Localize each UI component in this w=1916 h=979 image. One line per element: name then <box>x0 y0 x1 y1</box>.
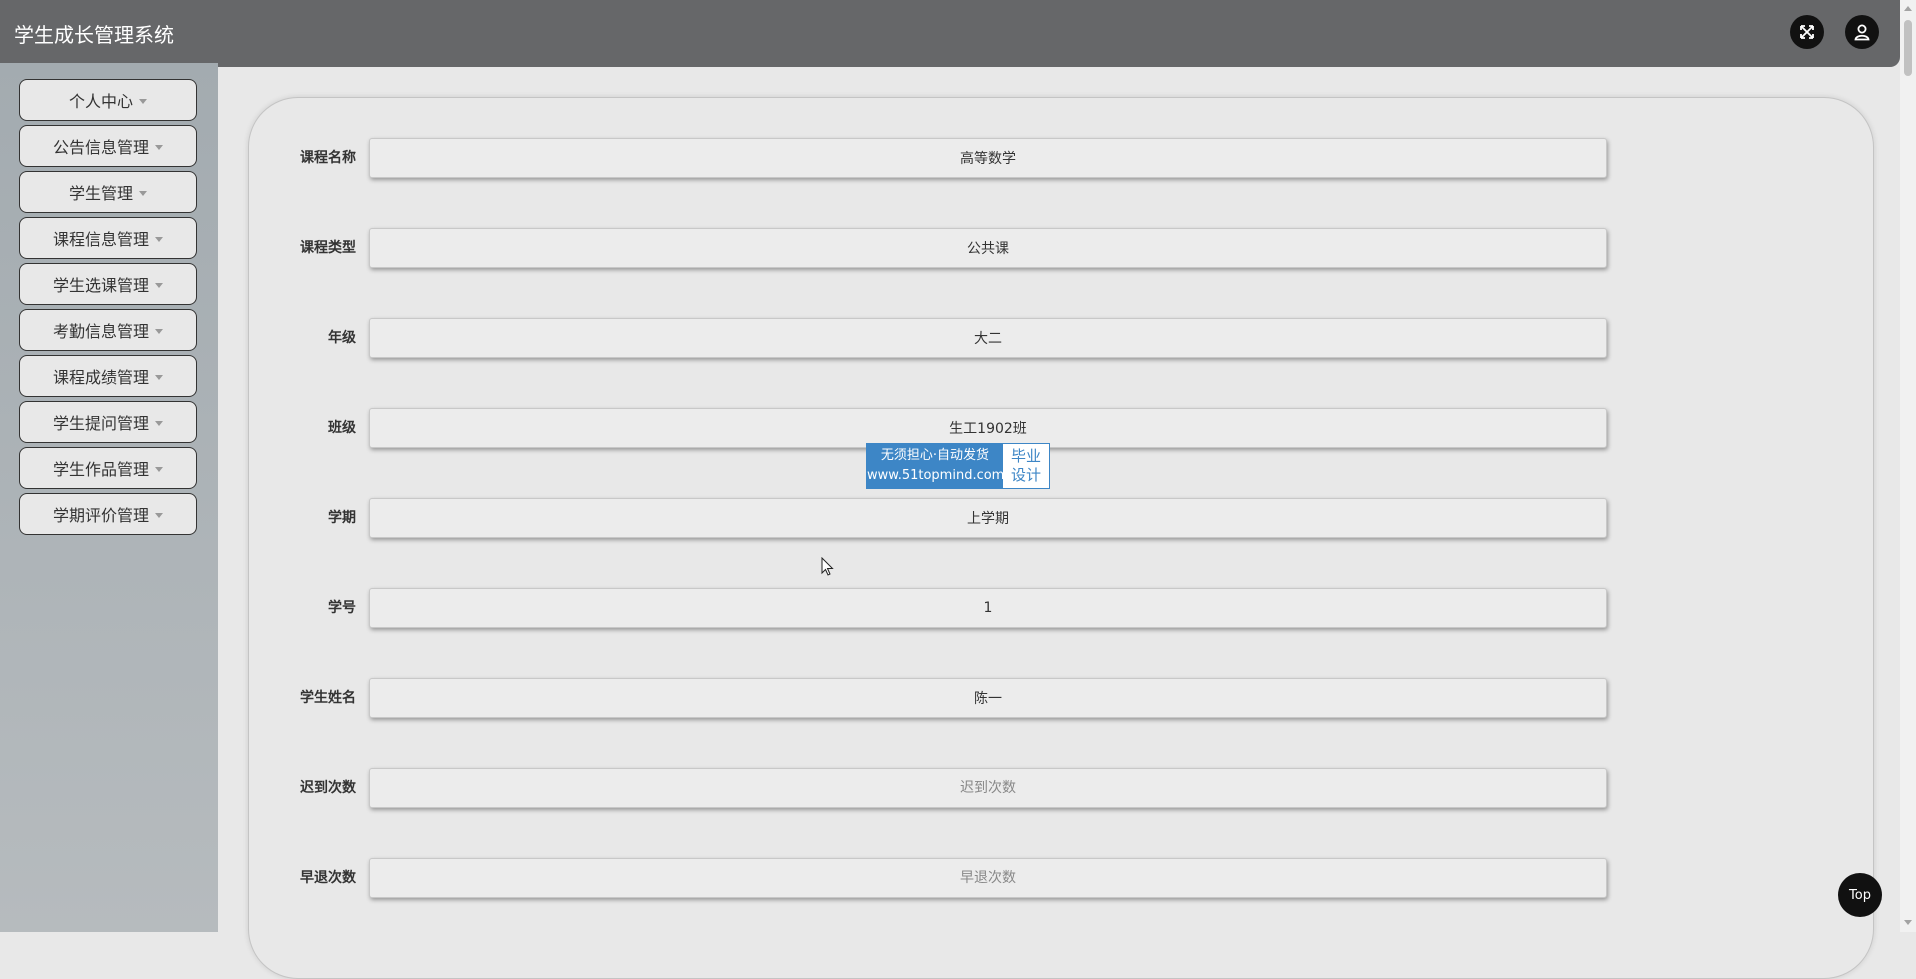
watermark-side: 毕业 设计 <box>1003 444 1049 488</box>
watermark-text: 无须担心·自动发货 www.51topmind.com <box>867 444 1005 488</box>
sidebar-item-student-management[interactable]: 学生管理 <box>19 171 197 213</box>
student-name-field[interactable] <box>369 678 1607 718</box>
field-label-class: 班级 <box>328 420 356 436</box>
expand-arrows-icon <box>1800 25 1814 39</box>
scroll-up-arrow-icon[interactable] <box>1904 6 1912 11</box>
sidebar-item-term-evaluation[interactable]: 学期评价管理 <box>19 493 197 535</box>
early-leave-count-field[interactable] <box>369 858 1607 898</box>
back-to-top-button[interactable]: Top <box>1838 873 1882 917</box>
sidebar-item-label: 学生管理 <box>68 184 133 203</box>
sidebar-item-works[interactable]: 学生作品管理 <box>19 447 197 489</box>
caret-down-icon <box>155 328 163 334</box>
field-label-early-leave-count: 早退次数 <box>300 870 356 886</box>
caret-down-icon <box>155 420 163 426</box>
sidebar-item-label: 个人中心 <box>68 92 133 111</box>
field-label-student-name: 学生姓名 <box>300 690 356 706</box>
field-label-course-name: 课程名称 <box>300 150 356 166</box>
watermark-line1: 无须担心·自动发货 <box>880 448 990 463</box>
class-field[interactable] <box>369 408 1607 448</box>
sidebar: 个人中心 公告信息管理 学生管理 课程信息管理 学生选课管理 考勤信息管理 课程… <box>0 63 218 932</box>
sidebar-item-label: 考勤信息管理 <box>52 322 149 341</box>
caret-down-icon <box>155 144 163 150</box>
sidebar-item-grades[interactable]: 课程成绩管理 <box>19 355 197 397</box>
caret-down-icon <box>139 190 147 196</box>
course-name-field[interactable] <box>369 138 1607 178</box>
semester-field[interactable] <box>369 498 1607 538</box>
sidebar-item-course-management[interactable]: 课程信息管理 <box>19 217 197 259</box>
caret-down-icon <box>139 98 147 104</box>
caret-down-icon <box>155 466 163 472</box>
watermark-side-line2: 设计 <box>1010 466 1041 484</box>
scrollbar-thumb[interactable] <box>1904 20 1912 76</box>
field-label-course-type: 课程类型 <box>300 240 356 256</box>
grade-field[interactable] <box>369 318 1607 358</box>
sidebar-item-label: 公告信息管理 <box>52 138 149 157</box>
watermark-line2: www.51topmind.com <box>867 468 1005 483</box>
mouse-cursor-icon <box>821 557 834 576</box>
sidebar-item-label: 学生提问管理 <box>52 414 149 433</box>
sidebar-item-label: 课程成绩管理 <box>52 368 149 387</box>
field-label-late-count: 迟到次数 <box>300 780 356 796</box>
field-label-student-id: 学号 <box>328 600 356 616</box>
app-title: 学生成长管理系统 <box>14 23 174 47</box>
sidebar-item-attendance[interactable]: 考勤信息管理 <box>19 309 197 351</box>
user-icon <box>1854 24 1870 41</box>
sidebar-item-personal-center[interactable]: 个人中心 <box>19 79 197 121</box>
student-id-field[interactable] <box>369 588 1607 628</box>
vertical-scrollbar[interactable] <box>1900 0 1916 932</box>
fullscreen-button[interactable] <box>1790 15 1824 49</box>
late-count-field[interactable] <box>369 768 1607 808</box>
watermark-side-line1: 毕业 <box>1010 447 1041 465</box>
caret-down-icon <box>155 236 163 242</box>
course-type-field[interactable] <box>369 228 1607 268</box>
field-label-semester: 学期 <box>328 510 356 526</box>
sidebar-item-questions[interactable]: 学生提问管理 <box>19 401 197 443</box>
caret-down-icon <box>155 282 163 288</box>
sidebar-item-label: 学生作品管理 <box>52 460 149 479</box>
sidebar-item-course-selection[interactable]: 学生选课管理 <box>19 263 197 305</box>
caret-down-icon <box>155 512 163 518</box>
sidebar-item-label: 学生选课管理 <box>52 276 149 295</box>
sidebar-item-notice-management[interactable]: 公告信息管理 <box>19 125 197 167</box>
caret-down-icon <box>155 374 163 380</box>
user-menu-button[interactable] <box>1845 15 1879 49</box>
field-label-grade: 年级 <box>328 330 356 346</box>
scroll-down-arrow-icon[interactable] <box>1904 920 1912 925</box>
watermark-banner: 无须担心·自动发货 www.51topmind.com 毕业 设计 <box>866 443 1050 489</box>
sidebar-item-label: 课程信息管理 <box>52 230 149 249</box>
sidebar-item-label: 学期评价管理 <box>52 506 149 525</box>
top-header: 学生成长管理系统 <box>0 0 1900 67</box>
